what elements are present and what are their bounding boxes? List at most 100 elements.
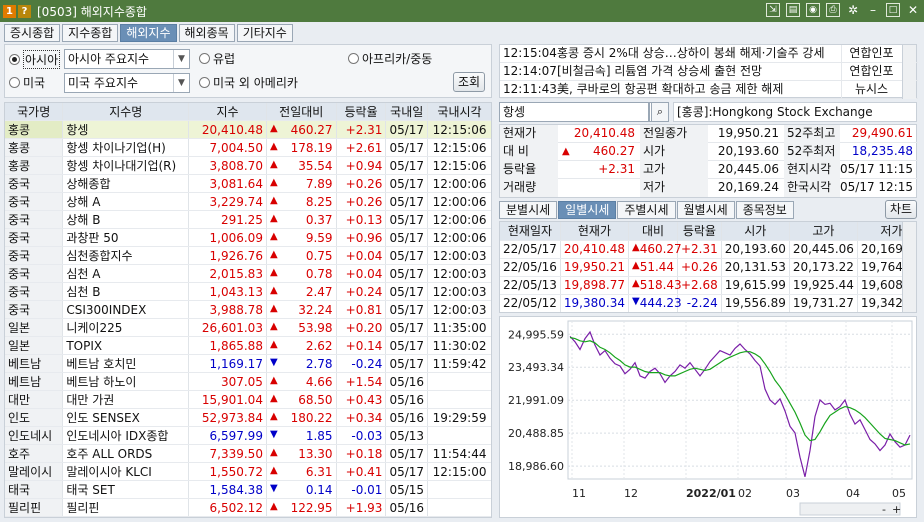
- up-triangle-icon: ▲: [269, 248, 278, 260]
- column-header[interactable]: 국내시각: [427, 103, 491, 121]
- table-row[interactable]: 인도네시 인도네시아 IDX종합 6,597.99 ▼ 1.85 -0.03 05/13: [5, 426, 491, 445]
- table-row[interactable]: 호주 호주 ALL ORDS 7,339.50 ▲ 13.30 +0.18 05/17 11:…: [5, 444, 491, 463]
- table-row[interactable]: 중국 상해 B 291.25 ▲ 0.37 +0.13 05/17 12:00:06: [5, 210, 491, 229]
- table-row[interactable]: 중국 상해 A 3,229.74 ▲ 8.25 +0.26 05/17 12:00:06: [5, 192, 491, 211]
- rate-cell: +0.26: [336, 192, 387, 211]
- query-button[interactable]: 조회: [453, 72, 485, 92]
- index-value-cell: 6,597.99: [188, 426, 267, 445]
- column-header[interactable]: 전일대비: [266, 103, 337, 121]
- tab-market-summary[interactable]: 증시종합: [4, 24, 61, 42]
- radio-dot: [9, 54, 20, 65]
- tab-minute-quotes[interactable]: 분별시세: [499, 201, 558, 219]
- index-name-cell: 항셍: [62, 120, 190, 139]
- column-header[interactable]: 현재가: [560, 222, 629, 241]
- daily-scrollbar[interactable]: [902, 222, 916, 312]
- column-header[interactable]: 국내일: [385, 103, 429, 121]
- rate-cell: +0.26: [677, 258, 722, 277]
- asia-index-select[interactable]: 아시아 주요지수 ▼: [64, 49, 190, 69]
- tab-daily-quotes[interactable]: 일별시세: [558, 201, 617, 219]
- symbol-input[interactable]: 항셍: [499, 102, 649, 122]
- time-cell: 12:00:03: [427, 300, 491, 319]
- change-number: 0.37: [305, 212, 333, 227]
- table-row[interactable]: 일본 니케이225 26,601.03 ▲ 53.98 +0.20 05/17 11:35:0…: [5, 318, 491, 337]
- link-icon[interactable]: ⇲: [766, 3, 780, 17]
- table-row[interactable]: 중국 상해종합 3,081.64 ▲ 7.89 +0.26 05/17 12:00:06: [5, 174, 491, 193]
- table-row[interactable]: 말레이시 말레이시아 KLCI 1,550.72 ▲ 6.31 +0.41 05/17 12:…: [5, 462, 491, 481]
- tab-overseas-index[interactable]: 해외지수: [120, 24, 177, 42]
- maximize-icon[interactable]: □: [886, 3, 900, 17]
- table-row[interactable]: 홍콩 항셍 차이나기업(H) 7,004.50 ▲ 178.19 +2.61 05/17 12…: [5, 138, 491, 157]
- radio-other-america[interactable]: 미국 외 아메리카: [199, 74, 298, 91]
- table-row[interactable]: 22/05/17 20,410.48 ▲ 460.27 +2.31 20,193.60 20…: [500, 240, 916, 259]
- country-cell: 인도: [5, 408, 64, 427]
- radio-europe[interactable]: 유럽: [199, 50, 235, 67]
- table-row[interactable]: 베트남 베트남 하노이 307.05 ▲ 4.66 +1.54 05/16: [5, 372, 491, 391]
- table-row[interactable]: 22/05/12 19,380.34 ▼ 444.23 -2.24 19,556.89 19…: [500, 294, 916, 312]
- table-row[interactable]: 일본 TOPIX 1,865.88 ▲ 2.62 +0.14 05/17 11:30:02: [5, 336, 491, 355]
- column-header[interactable]: 국가명: [5, 103, 64, 121]
- column-header[interactable]: 지수명: [62, 103, 190, 121]
- news-scrollbar[interactable]: [902, 45, 916, 99]
- column-header[interactable]: 현재일자: [500, 222, 561, 241]
- table-row[interactable]: 인도 인도 SENSEX 52,973.84 ▲ 180.22 +0.34 05/16 19:…: [5, 408, 491, 427]
- tab-other-index[interactable]: 기타지수: [236, 24, 293, 42]
- camera-icon[interactable]: ◉: [806, 3, 820, 17]
- table-row[interactable]: 대만 대만 가권 15,901.04 ▲ 68.50 +0.43 05/16: [5, 390, 491, 409]
- column-header[interactable]: 대비: [628, 222, 678, 241]
- column-header[interactable]: 등락율: [677, 222, 722, 241]
- tab-stock-info[interactable]: 종목정보: [735, 201, 794, 219]
- table-row[interactable]: 중국 심천 B 1,043.13 ▲ 2.47 +0.24 05/17 12:00:03: [5, 282, 491, 301]
- high52: 29,490.61: [851, 126, 913, 140]
- settings-icon[interactable]: ✲: [846, 3, 860, 17]
- table-row[interactable]: 홍콩 항셍 차이나대기업(R) 3,808.70 ▲ 35.54 +0.94 05/17 12…: [5, 156, 491, 175]
- change-cell: ▲ 0.75: [266, 246, 337, 265]
- table-row[interactable]: 22/05/13 19,898.77 ▲ 518.43 +2.68 19,615.99 19…: [500, 276, 916, 295]
- table-row[interactable]: 베트남 베트남 호치민 1,169.17 ▼ 2.78 -0.24 05/17 11:59:4…: [5, 354, 491, 373]
- print-icon[interactable]: ⎙: [826, 3, 840, 17]
- index-value-cell: 7,004.50: [188, 138, 267, 157]
- column-header[interactable]: 지수: [188, 103, 267, 121]
- radio-us[interactable]: 미국: [9, 74, 45, 91]
- time-cell: [427, 480, 491, 499]
- table-row[interactable]: 22/05/16 19,950.21 ▲ 51.44 +0.26 20,131.53 20,…: [500, 258, 916, 277]
- table-row[interactable]: 태국 태국 SET 1,584.38 ▼ 0.14 -0.01 05/15: [5, 480, 491, 499]
- radio-us-label: 미국: [23, 76, 46, 90]
- radio-dot: [199, 53, 210, 64]
- zoom-out-icon[interactable]: -: [882, 503, 886, 516]
- tab-index-summary[interactable]: 지수종합: [62, 24, 119, 42]
- table-row[interactable]: 중국 심천 A 2,015.83 ▲ 0.78 +0.04 05/17 12:00:03: [5, 264, 491, 283]
- table-row[interactable]: 중국 과창판 50 1,006.09 ▲ 9.59 +0.96 05/17 12:00:06: [5, 228, 491, 247]
- news-item[interactable]: 12:11:43 美, 쿠바로의 항공편 확대하고 송금 제한 해제 뉴시스: [500, 81, 918, 99]
- search-icon[interactable]: ⌕: [651, 102, 669, 122]
- table-row[interactable]: 중국 심천종합지수 1,926.76 ▲ 0.75 +0.04 05/17 12:00:03: [5, 246, 491, 265]
- x-tick-label: 11: [572, 487, 586, 500]
- news-item[interactable]: 12:15:04 홍콩 증시 2%대 상승…상하이 봉쇄 해제·기술주 강세 연합인…: [500, 45, 918, 63]
- zoom-in-icon[interactable]: +: [892, 503, 901, 516]
- change-cell: ▲ 2.47: [266, 282, 337, 301]
- screen-number-badge[interactable]: 1: [3, 4, 16, 18]
- us-index-select[interactable]: 미국 주요지수 ▼: [64, 73, 190, 93]
- column-header[interactable]: 시가: [721, 222, 790, 241]
- tab-weekly-quotes[interactable]: 주별시세: [617, 201, 676, 219]
- date-cell: 05/17: [385, 192, 429, 211]
- table-row[interactable]: 중국 CSI300INDEX 3,988.78 ▲ 32.24 +0.81 05/17 12:…: [5, 300, 491, 319]
- rate-cell: +0.81: [336, 300, 387, 319]
- column-header[interactable]: 고가: [789, 222, 858, 241]
- date-cell: 05/16: [385, 390, 429, 409]
- clipboard-icon[interactable]: ▤: [786, 3, 800, 17]
- tab-monthly-quotes[interactable]: 월별시세: [676, 201, 735, 219]
- minimize-icon[interactable]: –: [866, 3, 880, 17]
- chart-button[interactable]: 차트: [885, 200, 917, 219]
- news-item[interactable]: 12:14:07 [비철금속] 리튬염 가격 상승세 출현 전망 연합인포: [500, 63, 918, 81]
- table-row[interactable]: 필리핀 필리핀 6,502.12 ▲ 122.95 +1.93 05/16: [5, 498, 491, 517]
- asia-select-value: 아시아 주요지수: [68, 52, 150, 66]
- tab-overseas-stock[interactable]: 해외종목: [178, 24, 235, 42]
- radio-africa[interactable]: 아프리카/중동: [348, 50, 432, 67]
- column-header[interactable]: 등락율: [336, 103, 387, 121]
- table-row[interactable]: 홍콩 항셍 20,410.48 ▲ 460.27 +2.31 05/17 12:15:06: [5, 120, 491, 139]
- change-label: 대 비: [500, 143, 558, 161]
- help-badge[interactable]: ?: [18, 4, 31, 18]
- close-icon[interactable]: ✕: [906, 3, 920, 17]
- radio-asia[interactable]: 아시아: [9, 50, 61, 69]
- date-cell: 05/17: [385, 120, 429, 139]
